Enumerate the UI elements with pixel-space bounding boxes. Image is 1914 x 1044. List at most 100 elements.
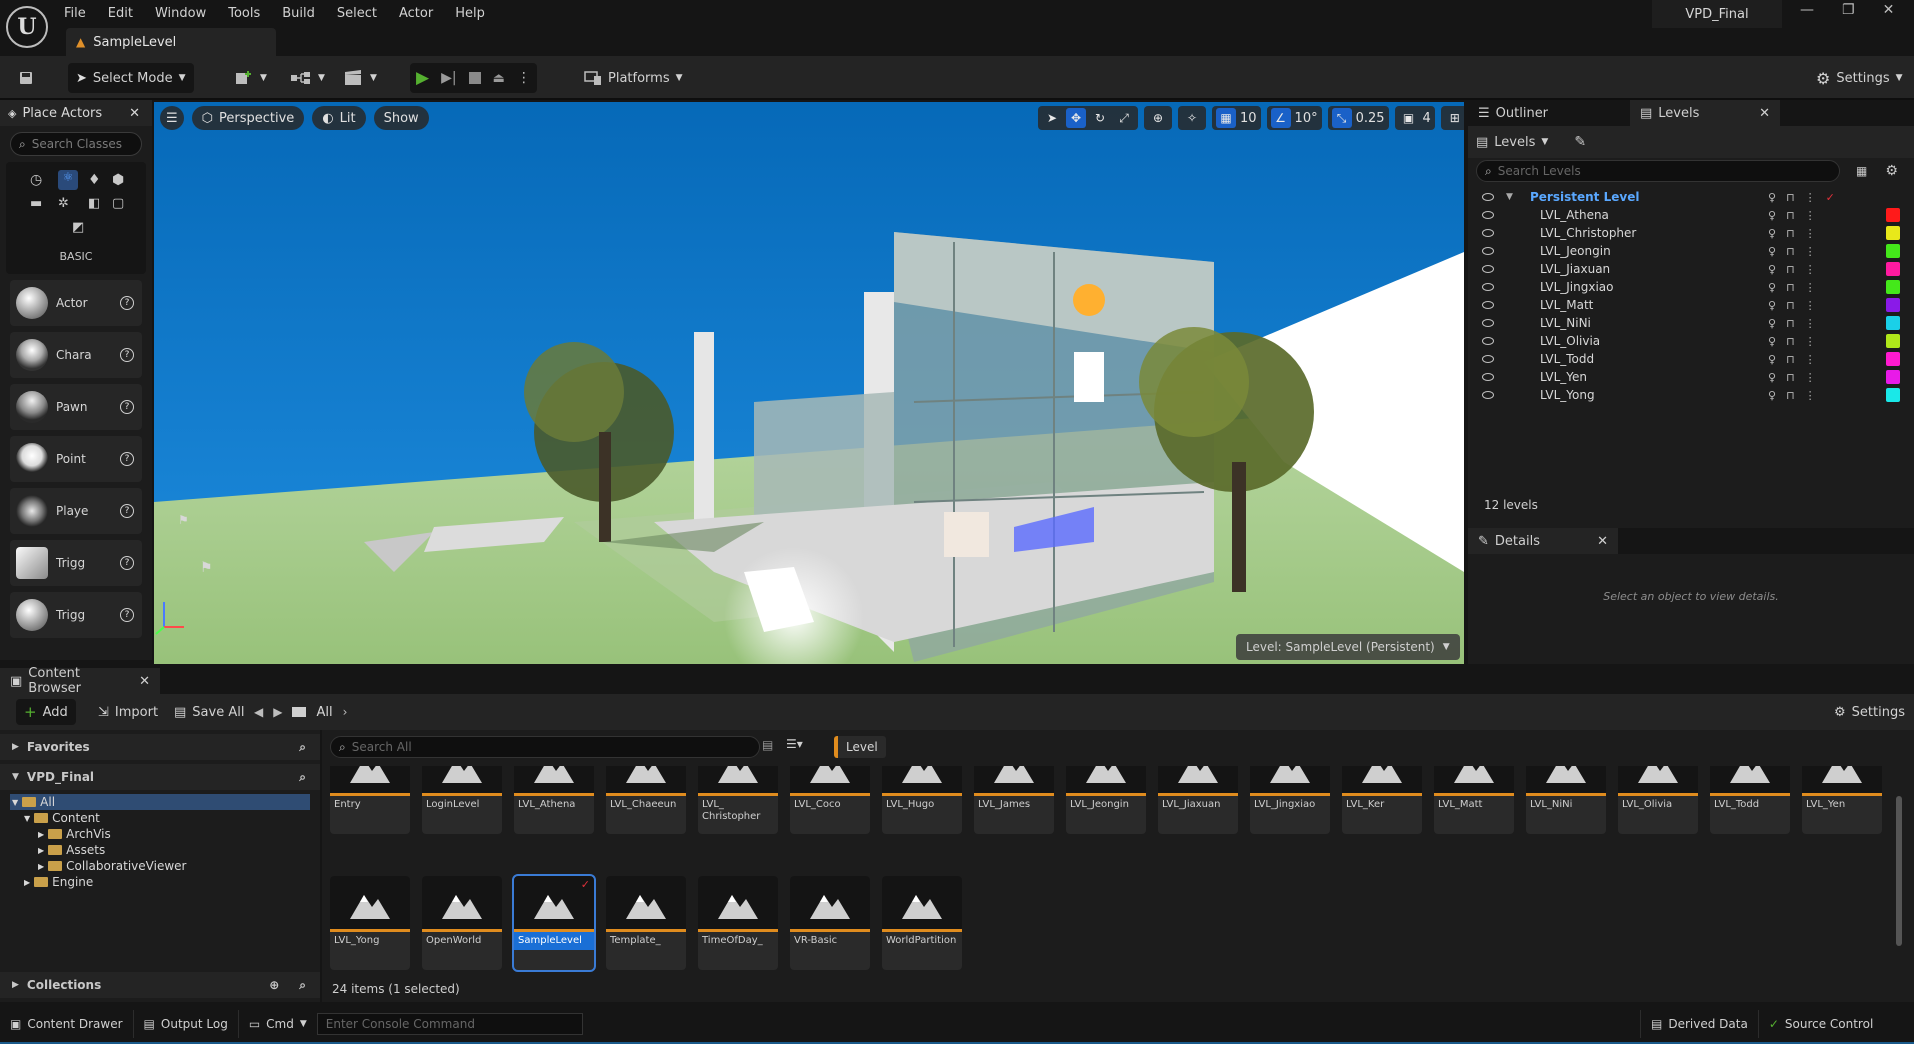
help-icon[interactable]: ? — [120, 452, 134, 466]
help-icon[interactable]: ? — [120, 504, 134, 518]
lightbulb-icon[interactable]: ♀ — [1768, 245, 1776, 258]
stop-icon[interactable] — [468, 72, 481, 84]
visibility-eye-icon[interactable] — [1482, 301, 1494, 309]
asset-tile[interactable]: LVL_Athena — [514, 766, 594, 834]
search-all-input[interactable]: ⌕ Search All — [330, 736, 760, 758]
hierarchy-icon[interactable]: ⋮ — [1805, 371, 1816, 384]
select-arrow-icon[interactable]: ➤ — [1042, 108, 1062, 128]
close-icon[interactable]: ✕ — [1597, 534, 1608, 549]
lock-icon[interactable]: ⊓ — [1786, 389, 1795, 402]
current-level-dropdown[interactable]: Level: SampleLevel (Persistent) ▼ — [1236, 634, 1460, 660]
search-icon[interactable]: ⌕ — [299, 770, 306, 785]
help-icon[interactable]: ? — [120, 556, 134, 570]
list-item[interactable]: LVL_Jiaxuan ♀ ⊓ ⋮ — [1468, 260, 1914, 278]
tree-item-archvis[interactable]: ▶ ArchVis — [10, 826, 310, 842]
visibility-eye-icon[interactable] — [1482, 319, 1494, 327]
level-color-swatch[interactable] — [1886, 316, 1900, 330]
actor-item-pawn[interactable]: Pawn ? — [10, 384, 142, 430]
level-color-swatch[interactable] — [1886, 352, 1900, 366]
asset-tile[interactable]: LVL_Jingxiao — [1250, 766, 1330, 834]
asset-tile[interactable]: LVL_Matt — [1434, 766, 1514, 834]
asset-tile[interactable]: LVL_Yen — [1802, 766, 1882, 834]
recent-icon[interactable]: ◷ — [30, 172, 42, 188]
hierarchy-icon[interactable]: ⋮ — [1805, 263, 1816, 276]
visibility-eye-icon[interactable] — [1482, 355, 1494, 363]
asset-tile[interactable]: LVL_Coco — [790, 766, 870, 834]
shapes-icon[interactable]: ⬢ — [112, 172, 124, 188]
asset-scrollbar[interactable] — [1896, 796, 1902, 946]
list-item[interactable]: LVL_Yen ♀ ⊓ ⋮ — [1468, 368, 1914, 386]
lock-icon[interactable]: ⊓ — [1786, 209, 1795, 222]
settings-dropdown[interactable]: ⚙ Settings ▼ — [1808, 63, 1911, 93]
collections-section[interactable]: ▶ Collections ⊕ ⌕ — [0, 972, 320, 998]
help-icon[interactable]: ? — [120, 608, 134, 622]
asset-tile[interactable]: LoginLevel — [422, 766, 502, 834]
level-color-swatch[interactable] — [1886, 370, 1900, 384]
content-drawer-button[interactable]: ▣ Content Drawer — [0, 1010, 134, 1038]
list-item[interactable]: ▼ Persistent Level ♀ ⊓ ⋮ ✓ — [1468, 188, 1914, 206]
favorites-section[interactable]: ▶ Favorites ⌕ — [0, 734, 320, 760]
edit-pencil-icon[interactable]: ✎ — [1574, 134, 1586, 150]
filter-chip-level[interactable]: Level — [834, 736, 886, 758]
lightbulb-icon[interactable]: ♀ — [1768, 335, 1776, 348]
expand-arrow-icon[interactable]: ▼ — [1506, 192, 1513, 202]
tree-item-all[interactable]: ▼ All — [10, 794, 310, 810]
save-all-button[interactable]: ▤ Save All — [166, 699, 252, 725]
tab-levels[interactable]: ▤ Levels ✕ — [1630, 100, 1780, 126]
lock-icon[interactable]: ⊓ — [1786, 335, 1795, 348]
close-icon[interactable]: ✕ — [1759, 106, 1770, 121]
lights-icon[interactable]: ♦ — [88, 172, 101, 188]
actor-item-trigger-box[interactable]: Trigg ? — [10, 540, 142, 586]
cb-settings-button[interactable]: ⚙ Settings — [1826, 699, 1913, 725]
visibility-eye-icon[interactable] — [1482, 229, 1494, 237]
actor-item-trigger-sphere[interactable]: Trigg ? — [10, 592, 142, 638]
import-button[interactable]: ⇲ Import — [90, 699, 166, 725]
visibility-eye-icon[interactable] — [1482, 373, 1494, 381]
asset-tile[interactable]: LVL_Yong — [330, 876, 410, 970]
project-section[interactable]: ▼ VPD_Final ⌕ — [0, 764, 320, 790]
help-icon[interactable]: ? — [120, 400, 134, 414]
search-icon[interactable]: ⌕ — [299, 740, 306, 755]
hierarchy-icon[interactable]: ⋮ — [1805, 335, 1816, 348]
asset-tile[interactable]: LVL_Jiaxuan — [1158, 766, 1238, 834]
hierarchy-icon[interactable]: ⋮ — [1805, 299, 1816, 312]
derived-data-button[interactable]: ▤ Derived Data — [1640, 1010, 1759, 1038]
hierarchy-icon[interactable]: ⋮ — [1805, 317, 1816, 330]
help-icon[interactable]: ? — [120, 296, 134, 310]
lock-icon[interactable]: ⊓ — [1786, 263, 1795, 276]
tree-item-assets[interactable]: ▶ Assets — [10, 842, 310, 858]
lightbulb-icon[interactable]: ♀ — [1768, 299, 1776, 312]
list-item[interactable]: LVL_Athena ♀ ⊓ ⋮ — [1468, 206, 1914, 224]
save-folder-icon[interactable]: ▦ — [1856, 164, 1867, 178]
menu-window[interactable]: Window — [155, 6, 206, 21]
maximize-button[interactable]: ❐ — [1842, 2, 1855, 18]
cinematic-icon[interactable]: ▬ — [30, 196, 42, 211]
hierarchy-icon[interactable]: ⋮ — [1805, 281, 1816, 294]
asset-tile[interactable]: LVL_Ker — [1342, 766, 1422, 834]
minimize-button[interactable]: — — [1800, 2, 1814, 18]
source-control-button[interactable]: ✓ Source Control — [1759, 1010, 1883, 1038]
cmd-dropdown[interactable]: ▭ Cmd ▼ — [239, 1010, 317, 1038]
actor-item-character[interactable]: Chara ? — [10, 332, 142, 378]
asset-tile[interactable]: SampleLevel ✓ — [512, 874, 596, 972]
rotate-icon[interactable]: ↻ — [1090, 108, 1110, 128]
viewport-menu-button[interactable]: ☰ — [160, 106, 184, 130]
add-button[interactable]: + Add — [16, 699, 76, 725]
lock-icon[interactable]: ⊓ — [1786, 281, 1795, 294]
asset-tile[interactable]: LVL_Jeongin — [1066, 766, 1146, 834]
asset-tile[interactable]: LVL_Todd — [1710, 766, 1790, 834]
search-icon[interactable]: ⌕ — [299, 978, 306, 993]
visual-effects-icon[interactable]: ✲ — [58, 196, 69, 211]
menu-tools[interactable]: Tools — [228, 6, 260, 21]
asset-tile[interactable]: TimeOfDay_ — [698, 876, 778, 970]
actor-item-player-start[interactable]: Playe ? — [10, 488, 142, 534]
asset-tile[interactable]: WorldPartition — [882, 876, 962, 970]
lock-icon[interactable]: ⊓ — [1786, 371, 1795, 384]
console-command-input[interactable]: Enter Console Command — [316, 1013, 583, 1035]
close-icon[interactable]: ✕ — [129, 106, 140, 121]
lock-icon[interactable]: ⊓ — [1786, 299, 1795, 312]
more-options-icon[interactable]: ⋮ — [517, 70, 531, 86]
tree-item-collaborativeviewer[interactable]: ▶ CollaborativeViewer — [10, 858, 310, 874]
lock-icon[interactable]: ⊓ — [1786, 191, 1795, 204]
lightbulb-icon[interactable]: ♀ — [1768, 371, 1776, 384]
